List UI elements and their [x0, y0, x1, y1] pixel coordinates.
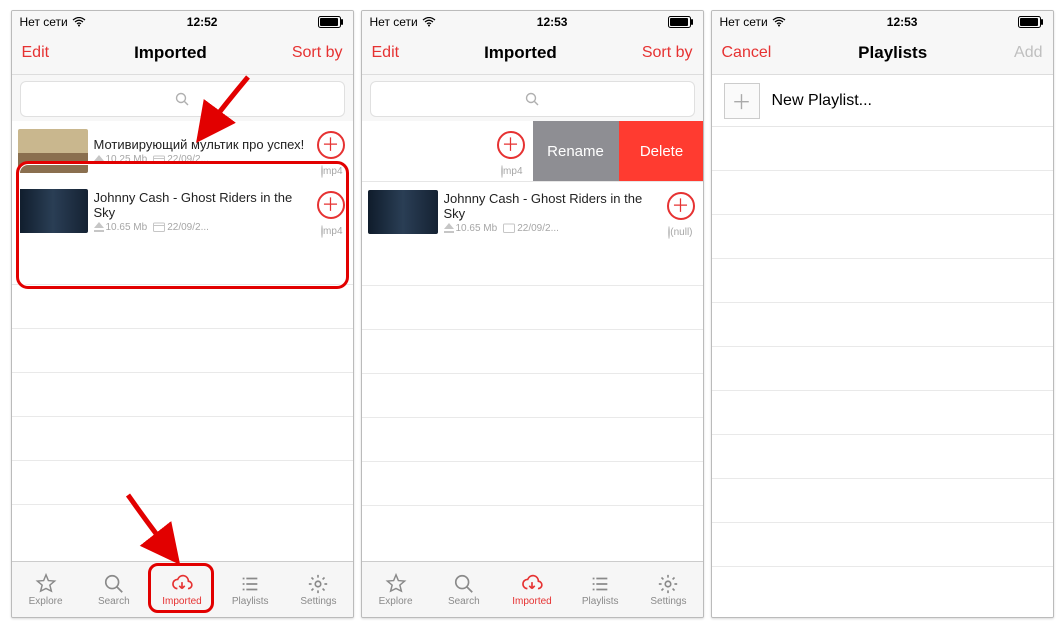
list-icon — [587, 573, 613, 595]
item-title: Johnny Cash - Ghost Riders in the Sky — [94, 190, 311, 220]
clock: 12:53 — [887, 15, 918, 29]
page-title: Imported — [484, 43, 557, 63]
search-input[interactable] — [20, 81, 345, 117]
clock: 12:52 — [187, 15, 218, 29]
item-date: 22/09/2... — [517, 223, 559, 234]
info-icon — [501, 165, 503, 178]
delete-button[interactable]: Delete — [619, 121, 703, 181]
download-icon — [94, 155, 104, 165]
item-title: Johnny Cash - Ghost Riders in the Sky — [444, 191, 661, 221]
battery-icon — [318, 16, 344, 28]
sort-button[interactable]: Sort by — [642, 44, 693, 62]
item-format: (null) — [670, 227, 692, 238]
tab-explore[interactable]: Explore — [362, 562, 430, 617]
clock: 12:53 — [537, 15, 568, 29]
item-size: 10.65 Mb — [456, 223, 498, 234]
search-icon — [525, 92, 539, 106]
calendar-icon — [153, 222, 165, 232]
cloud-download-icon — [169, 573, 195, 595]
edit-button[interactable]: Edit — [372, 44, 400, 62]
navbar: Edit Imported Sort by — [12, 31, 353, 75]
add-to-playlist-button[interactable]: ＋ — [667, 192, 695, 220]
list-content: Мотивирующий мультик про успех! 10.25 Mb… — [12, 121, 353, 561]
tab-playlists[interactable]: Playlists — [566, 562, 634, 617]
sort-button[interactable]: Sort by — [292, 44, 343, 62]
add-to-playlist-button[interactable]: ＋ — [317, 191, 345, 219]
carrier-label: Нет сети — [20, 15, 68, 29]
item-size: 10.65 Mb — [106, 222, 148, 233]
status-bar: Нет сети 12:53 — [712, 11, 1053, 31]
tab-settings[interactable]: Settings — [634, 562, 702, 617]
tab-search[interactable]: Search — [80, 562, 148, 617]
wifi-icon — [422, 17, 436, 27]
star-icon — [383, 573, 409, 595]
item-date: 22/09/2... — [167, 154, 209, 165]
navbar: Cancel Playlists Add — [712, 31, 1053, 75]
calendar-icon — [503, 223, 515, 233]
download-icon — [94, 222, 104, 232]
star-icon — [33, 573, 59, 595]
add-button[interactable]: Add — [1014, 44, 1042, 62]
cloud-download-icon — [519, 573, 545, 595]
tab-bar: Explore Search Imported Playlists Settin… — [362, 561, 703, 617]
list-content: ий мультик 22/09/2... ＋ mp4 Rename Delet… — [362, 121, 703, 561]
wifi-icon — [72, 17, 86, 27]
calendar-icon — [153, 155, 165, 165]
download-icon — [444, 223, 454, 233]
search-input[interactable] — [370, 81, 695, 117]
rename-button[interactable]: Rename — [533, 121, 619, 181]
gear-icon — [305, 573, 331, 595]
list-item[interactable]: Мотивирующий мультик про успех! 10.25 Mb… — [12, 121, 353, 181]
item-format: mp4 — [323, 166, 342, 177]
phone-screen-2: Нет сети 12:53 Edit Imported Sort by ий … — [361, 10, 704, 618]
status-bar: Нет сети 12:53 — [362, 11, 703, 31]
carrier-label: Нет сети — [720, 15, 768, 29]
cancel-button[interactable]: Cancel — [722, 44, 772, 62]
edit-button[interactable]: Edit — [22, 44, 50, 62]
battery-icon — [1018, 16, 1044, 28]
gear-icon — [655, 573, 681, 595]
wifi-icon — [772, 17, 786, 27]
phone-screen-1: Нет сети 12:52 Edit Imported Sort by Мот… — [11, 10, 354, 618]
search-icon — [451, 573, 477, 595]
list-item[interactable]: Johnny Cash - Ghost Riders in the Sky 10… — [362, 182, 703, 242]
video-thumbnail — [18, 189, 88, 233]
item-title-partial: ий мультик — [362, 137, 491, 152]
search-icon — [175, 92, 189, 106]
navbar: Edit Imported Sort by — [362, 31, 703, 75]
item-size: 10.25 Mb — [106, 154, 148, 165]
tab-explore[interactable]: Explore — [12, 562, 80, 617]
video-thumbnail — [18, 129, 88, 173]
phone-screen-3: Нет сети 12:53 Cancel Playlists Add ＋ Ne… — [711, 10, 1054, 618]
tab-search[interactable]: Search — [430, 562, 498, 617]
item-title: Мотивирующий мультик про успех! — [94, 137, 311, 152]
add-to-playlist-button[interactable]: ＋ — [497, 131, 525, 159]
plus-icon: ＋ — [724, 83, 760, 119]
battery-icon — [668, 16, 694, 28]
swiped-row[interactable]: ий мультик 22/09/2... ＋ mp4 Rename Delet… — [362, 121, 531, 181]
carrier-label: Нет сети — [370, 15, 418, 29]
tab-settings[interactable]: Settings — [284, 562, 352, 617]
search-icon — [101, 573, 127, 595]
tab-playlists[interactable]: Playlists — [216, 562, 284, 617]
status-bar: Нет сети 12:52 — [12, 11, 353, 31]
list-item[interactable]: Johnny Cash - Ghost Riders in the Sky 10… — [12, 181, 353, 241]
video-thumbnail — [368, 190, 438, 234]
page-title: Playlists — [858, 43, 927, 63]
tab-bar: Explore Search Imported Playlists Settin… — [12, 561, 353, 617]
tab-imported[interactable]: Imported — [148, 562, 216, 617]
new-playlist-label: New Playlist... — [772, 92, 872, 110]
add-to-playlist-button[interactable]: ＋ — [317, 131, 345, 159]
tab-imported[interactable]: Imported — [498, 562, 566, 617]
item-format: mp4 — [323, 226, 342, 237]
playlists-content: ＋ New Playlist... — [712, 75, 1053, 617]
page-title: Imported — [134, 43, 207, 63]
item-date: 22/09/2... — [167, 222, 209, 233]
new-playlist-row[interactable]: ＋ New Playlist... — [712, 75, 1053, 127]
list-icon — [237, 573, 263, 595]
item-format: mp4 — [503, 166, 522, 177]
